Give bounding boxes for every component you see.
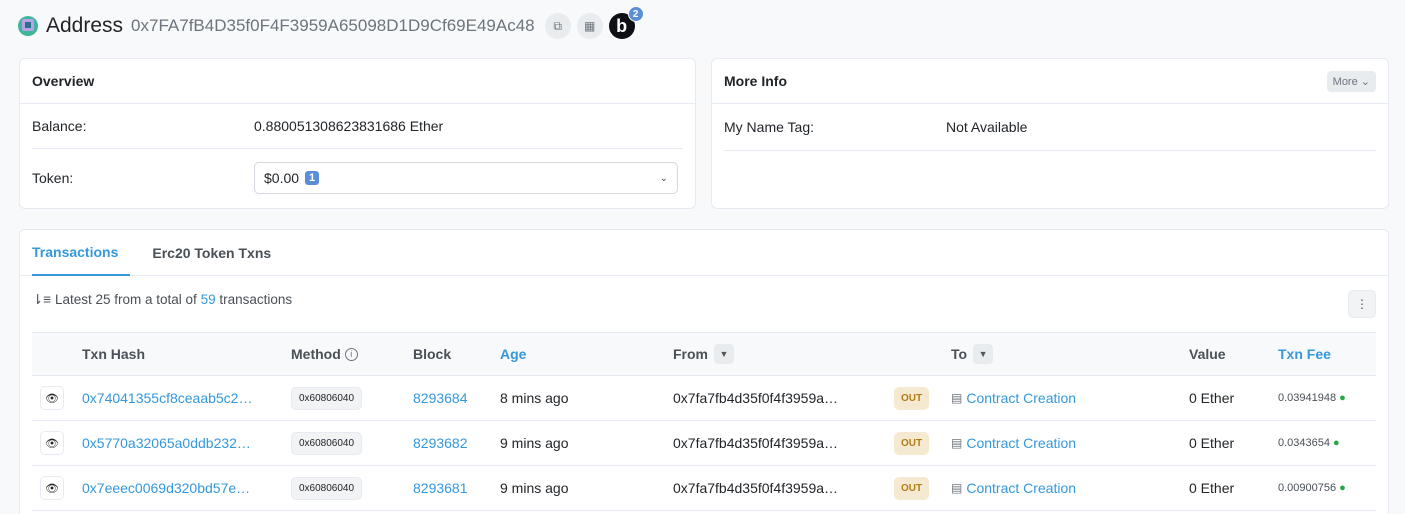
contract-icon: ▤ [951, 436, 963, 450]
value-text: 0 Ether [1189, 390, 1235, 406]
header-to-label: To [951, 346, 968, 362]
summary-prefix: Latest 25 from a total of [54, 292, 197, 307]
page-header: Address 0x7FA7fB4D35f0F4F3959A65098D1D9C… [18, 6, 644, 42]
header-method-label: Method [291, 346, 341, 362]
overview-title: Overview [20, 59, 695, 104]
filter-icon[interactable]: ▼ [973, 344, 994, 364]
contract-icon: ▤ [951, 391, 963, 405]
block-link[interactable]: 8293684 [413, 376, 468, 420]
direction-badge: OUT [894, 476, 930, 500]
gas-bulb-icon: ● [1333, 437, 1340, 449]
txn-hash-link[interactable]: 0x74041355cf8ceaab5c2… [82, 376, 252, 420]
from-address[interactable]: 0x7fa7fb4d35f0f4f3959a… [673, 466, 838, 510]
header-method: Method i [291, 333, 358, 375]
more-info-title: More Info [724, 73, 787, 89]
transactions-table: Txn Hash Method i Block Age From ▼ To ▼ Val… [32, 332, 1376, 511]
header-age[interactable]: Age [500, 333, 526, 375]
method-badge: 0x60806040 [291, 386, 363, 410]
more-info-header: More Info More ⌄ [712, 59, 1388, 104]
gas-bulb-icon: ● [1339, 392, 1346, 404]
chevron-down-icon: ⌄ [1360, 75, 1370, 88]
tab-transactions[interactable]: Transactions [32, 230, 131, 276]
block-link[interactable]: 8293682 [413, 421, 468, 465]
blockscan-icon: b [616, 15, 628, 36]
transactions-count-link[interactable]: 59 [201, 292, 216, 307]
transactions-summary: ⇂≡ Latest 25 from a total of 59 transact… [32, 292, 292, 308]
transactions-card: Transactions Erc20 Token Txns ⇂≡ Latest … [19, 229, 1389, 514]
summary-suffix: transactions [219, 292, 293, 307]
table-row: 👁 0x5770a32065a0ddb232… 0x60806040 82936… [32, 421, 1376, 466]
method-badge: 0x60806040 [291, 431, 363, 455]
header-txn-hash: Txn Hash [82, 346, 146, 362]
age-text: 9 mins ago [500, 435, 569, 451]
table-row: 👁 0x74041355cf8ceaab5c2… 0x60806040 8293… [32, 376, 1376, 421]
name-tag-value: Not Available [946, 119, 1028, 135]
value-text: 0 Ether [1189, 435, 1235, 451]
address-avatar-icon [18, 16, 38, 36]
header-txn-fee[interactable]: Txn Fee [1278, 333, 1331, 375]
eye-icon[interactable]: 👁 [40, 386, 64, 410]
from-address[interactable]: 0x7fa7fb4d35f0f4f3959a… [673, 421, 838, 465]
name-tag-label: My Name Tag: [724, 119, 814, 135]
page-title: Address [46, 14, 124, 37]
header-from: From ▼ [673, 333, 734, 375]
qr-code-icon[interactable]: ▦ [576, 13, 603, 39]
age-text: 9 mins ago [500, 480, 569, 496]
age-text: 8 mins ago [500, 390, 569, 406]
from-address[interactable]: 0x7fa7fb4d35f0f4f3959a… [673, 376, 838, 420]
header-to: To ▼ [951, 333, 994, 375]
address-hash: 0x7FA7fB4D35f0F4F3959A65098D1D9Cf69E49Ac… [131, 16, 535, 35]
token-label: Token: [32, 170, 74, 186]
chevron-down-icon: ⌄ [659, 172, 668, 184]
method-badge: 0x60806040 [291, 476, 363, 500]
eye-icon[interactable]: 👁 [40, 476, 64, 500]
filter-icon[interactable]: ▼ [714, 344, 734, 364]
token-row: Token: $0.00 1 ⌄ [32, 149, 683, 207]
balance-label: Balance: [32, 118, 87, 134]
blockscan-count-badge: 2 [627, 6, 644, 22]
contract-creation-link[interactable]: Contract Creation [966, 435, 1076, 451]
direction-badge: OUT [894, 431, 930, 455]
more-button[interactable]: More ⌄ [1326, 70, 1376, 92]
txn-hash-link[interactable]: 0x7eeec0069d320bd57e… [82, 466, 250, 510]
fee-text: 0.0343654 [1278, 437, 1330, 449]
token-dropdown[interactable]: $0.00 1 ⌄ [254, 162, 678, 194]
more-info-card: More Info More ⌄ My Name Tag: Not Availa… [711, 58, 1389, 209]
table-row: 👁 0x7eeec0069d320bd57e… 0x60806040 82936… [32, 466, 1376, 511]
value-text: 0 Ether [1189, 480, 1235, 496]
info-icon[interactable]: i [344, 347, 358, 361]
blockscan-button[interactable]: b 2 [608, 6, 644, 39]
txn-hash-link[interactable]: 0x5770a32065a0ddb232… [82, 421, 251, 465]
tab-erc20-token-txns[interactable]: Erc20 Token Txns [152, 230, 271, 276]
fee-text: 0.03941948 [1278, 392, 1337, 404]
header-block: Block [413, 346, 452, 362]
contract-creation-link[interactable]: Contract Creation [966, 480, 1076, 496]
sort-icon: ⇂≡ [32, 292, 52, 307]
overview-card: Overview Balance: 0.880051308623831686 E… [19, 58, 696, 209]
block-link[interactable]: 8293681 [413, 466, 468, 510]
contract-creation-link[interactable]: Contract Creation [966, 390, 1076, 406]
token-count-badge: 1 [305, 171, 320, 185]
eye-icon[interactable]: 👁 [40, 431, 64, 455]
balance-row: Balance: 0.880051308623831686 Ether [32, 104, 683, 149]
more-button-label: More [1332, 75, 1358, 88]
contract-icon: ▤ [951, 481, 963, 495]
gas-bulb-icon: ● [1339, 482, 1346, 494]
copy-icon[interactable]: ⧉ [544, 13, 571, 39]
tab-bar: Transactions Erc20 Token Txns [20, 230, 1388, 276]
fee-text: 0.00900756 [1278, 482, 1337, 494]
token-value: $0.00 [264, 170, 300, 186]
name-tag-row: My Name Tag: Not Available [724, 104, 1376, 151]
header-value: Value [1189, 346, 1226, 362]
header-from-label: From [673, 346, 708, 362]
balance-value: 0.880051308623831686 Ether [254, 118, 444, 134]
direction-badge: OUT [894, 386, 930, 410]
table-header: Txn Hash Method i Block Age From ▼ To ▼ Val… [32, 332, 1376, 376]
more-options-icon[interactable]: ⋮ [1348, 290, 1376, 318]
